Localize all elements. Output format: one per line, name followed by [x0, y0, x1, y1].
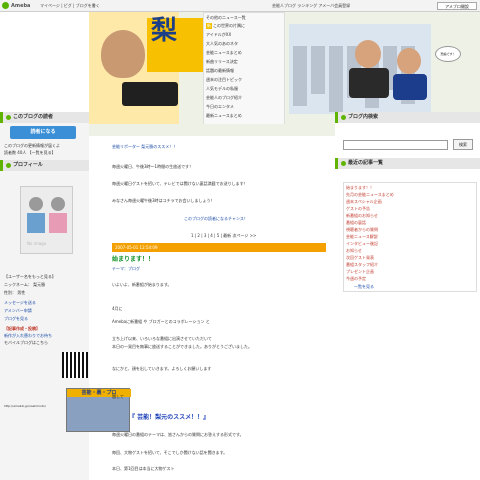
- post-body-line: Amebaに新番組 や ブロガーとのコラボレーション と: [112, 319, 210, 324]
- profile-nickname: ニックネーム： 梨元勝: [4, 282, 46, 287]
- recent-post-item[interactable]: プレゼント企画: [346, 269, 474, 275]
- post-body-line: いよいよ、新番組が始まります。: [112, 282, 172, 287]
- recent-post-item[interactable]: 始まります！！: [346, 185, 474, 191]
- recent-post-item[interactable]: 次回ゲスト発表: [346, 255, 474, 261]
- search-heading: ブログ内検索: [335, 112, 480, 123]
- post-body-line: 題して: [112, 394, 124, 399]
- person-icon: [29, 197, 43, 211]
- cartoon-camera-icon: [349, 68, 389, 98]
- recent-posts-list: 始まります！！ 先月の芸能ニュースまとめ 週末スペシャル企画 ゲストの予告 新番…: [343, 182, 477, 292]
- news-line[interactable]: 新曲リリース決定: [206, 59, 284, 65]
- profile-image: No image: [20, 186, 73, 254]
- bullet-icon: [6, 115, 11, 120]
- news-box: その他のニュース一覧 新この世界の片隅に アイドルがXX 大人気のあのネタ 芸能…: [203, 12, 285, 126]
- news-line[interactable]: 今日のエンタメ: [206, 104, 284, 110]
- top-mid-links[interactable]: 芸能人ブログ ランキング アメーバ会員登録: [272, 3, 350, 9]
- news-tag: 新: [206, 23, 212, 29]
- person-body: [27, 213, 45, 233]
- post-date-bar: 2007-05-01 12:54:09: [112, 243, 326, 252]
- program-title-quote: 『 芸能！梨元のススメ！！』: [129, 414, 210, 421]
- recent-post-item[interactable]: 芸能ニュース解説: [346, 234, 474, 240]
- post-tag[interactable]: テーマ：ブログ: [112, 266, 140, 272]
- profile-link[interactable]: 【ユーザー名をもっと見る】: [4, 274, 56, 280]
- post-title[interactable]: 始まります！！: [112, 254, 154, 263]
- recent-heading: 最近の記事一覧: [335, 158, 480, 169]
- recent-post-item[interactable]: 視聴者からの質問: [346, 227, 474, 233]
- news-line[interactable]: アイドルがXX: [206, 32, 284, 38]
- post-body-line: 本日、第1回目は本当に大物ゲスト: [112, 466, 175, 471]
- search-button[interactable]: 検索: [453, 139, 473, 150]
- cartoon-body: [393, 74, 427, 100]
- news-line[interactable]: 芸能人のブログ紹介: [206, 95, 284, 101]
- recent-post-item[interactable]: 新番組のお知らせ: [346, 213, 474, 219]
- recent-post-item[interactable]: 先月の芸能ニュースまとめ: [346, 192, 474, 198]
- post-body-line: 本日の一発目を無事に放送することができました。ありがとうございました。: [112, 344, 252, 349]
- ameba-logo[interactable]: Ameba: [11, 3, 30, 9]
- intro-line: 毎週火曜日、午後3時〜1時間の生放送です！: [112, 164, 194, 169]
- recent-post-item[interactable]: 番組スタッフ紹介: [346, 262, 474, 268]
- become-reader-button[interactable]: 読者になる: [10, 126, 76, 139]
- qr-code: [62, 352, 88, 378]
- recent-posts-more-link[interactable]: 一覧を見る: [354, 284, 374, 290]
- mobile-url[interactable]: http://ameblo.jp/nashimoto/: [4, 404, 46, 408]
- ameba-logo-icon: [2, 2, 9, 9]
- pagination[interactable]: 1 | 2 | 3 | 4 | 5 | 最新 次ページ >>: [191, 233, 256, 239]
- news-title[interactable]: その他のニュース一覧: [206, 15, 246, 21]
- news-line[interactable]: 最新ニュースまとめ: [206, 113, 284, 119]
- amember-link[interactable]: アメンバー申請: [4, 308, 32, 314]
- post-body-line: 毎回、大物ゲストを招いて、そこでしか聞けない話を聞きます。: [112, 450, 228, 455]
- speech-bubble: 恐縮です！: [435, 46, 461, 62]
- news-line[interactable]: 話題の最新情報: [206, 68, 284, 74]
- camera-icon: [122, 82, 178, 106]
- bullet-icon: [341, 115, 346, 120]
- top-nav[interactable]: マイページ | ピグ | ブログを書く: [40, 3, 100, 9]
- news-line[interactable]: 週末の注目トピック: [206, 77, 284, 83]
- right-sidebar: ブログ内検索 検索 最近の記事一覧 始まります！！ 先月の芸能ニュースまとめ 週…: [335, 112, 480, 480]
- main-content: 芸能リポーター 梨元勝のススメ！！ 毎週火曜日、午後3時〜1時間の生放送です！ …: [89, 136, 335, 480]
- news-line[interactable]: 新この世界の片隅に: [206, 23, 284, 29]
- recent-post-item[interactable]: 週末スペシャル企画: [346, 199, 474, 205]
- noimage-label: No image: [27, 241, 47, 246]
- recent-post-item[interactable]: 番組の裏話: [346, 220, 474, 226]
- intro-line: 芸能リポーター 梨元勝のススメ！！: [112, 144, 178, 149]
- post-body-line: 毎週火曜日の番組のテーマは、皆さんからの質問にお答えする形式です。: [112, 432, 244, 437]
- person-icon: [51, 197, 65, 211]
- cartoon-illustration: [349, 40, 429, 104]
- post-notice: 【記事作成・投稿】: [4, 326, 40, 331]
- readers-heading: このブログの読者: [0, 112, 89, 123]
- building: [329, 46, 343, 112]
- blog-search-input[interactable]: [343, 140, 448, 150]
- post-body-line: 4月に: [112, 306, 123, 311]
- news-line[interactable]: 大人気のあのネタ: [206, 41, 284, 47]
- view-blog-link[interactable]: ブログを見る: [4, 316, 28, 322]
- recent-post-item[interactable]: インタビュー後記: [346, 241, 474, 247]
- bullet-icon: [6, 163, 11, 168]
- recent-post-item[interactable]: ゲストの予告: [346, 206, 474, 212]
- readers-count[interactable]: 読者数 40人 【一覧を見る】: [4, 150, 56, 156]
- building: [311, 46, 325, 94]
- recent-post-item[interactable]: お知らせ: [346, 248, 474, 254]
- profile-sex: 性別： 男性: [4, 290, 26, 295]
- intro-line: 毎週火曜日ゲストを招いて、テレビでは聞けない裏話満載でお送りします！: [112, 181, 248, 186]
- mobile-blog-label: モバイルブログはこちら: [4, 340, 48, 345]
- news-line[interactable]: 人気モデルの私服: [206, 86, 284, 92]
- intro-line: みなさん毎週火曜午後3時はコチラでお会いしましょう！: [112, 198, 215, 203]
- chance-link[interactable]: このブログの読者になるチャンス！: [184, 216, 248, 222]
- top-bar: Ameba マイページ | ピグ | ブログを書く 芸能人ブログ ランキング ア…: [0, 0, 480, 12]
- recent-post-item[interactable]: 今週の予定: [346, 276, 474, 282]
- building: [293, 46, 307, 106]
- host-face: [101, 30, 145, 78]
- profile-heading: プロフィール: [0, 160, 89, 171]
- send-message-link[interactable]: メッセージを送る: [4, 300, 36, 306]
- cartoon-head: [355, 40, 381, 68]
- post-body-line: 立ち上げ以来、いろいろな番組に出演させていただいて: [112, 336, 212, 341]
- readers-info: このブログの更新情報が届くよ: [4, 143, 60, 148]
- post-body-line: なにかと、顔を出していきます。よろしくお願いします: [112, 366, 212, 371]
- cartoon-head-2: [397, 48, 421, 74]
- news-line[interactable]: 芸能ニュースまとめ: [206, 50, 284, 56]
- create-blog-button[interactable]: アメブロ開設: [437, 2, 477, 10]
- person-body: [49, 213, 67, 233]
- post-notice-link[interactable]: 新作が入れ替わりでお待ち: [4, 333, 52, 339]
- bullet-icon: [341, 161, 346, 166]
